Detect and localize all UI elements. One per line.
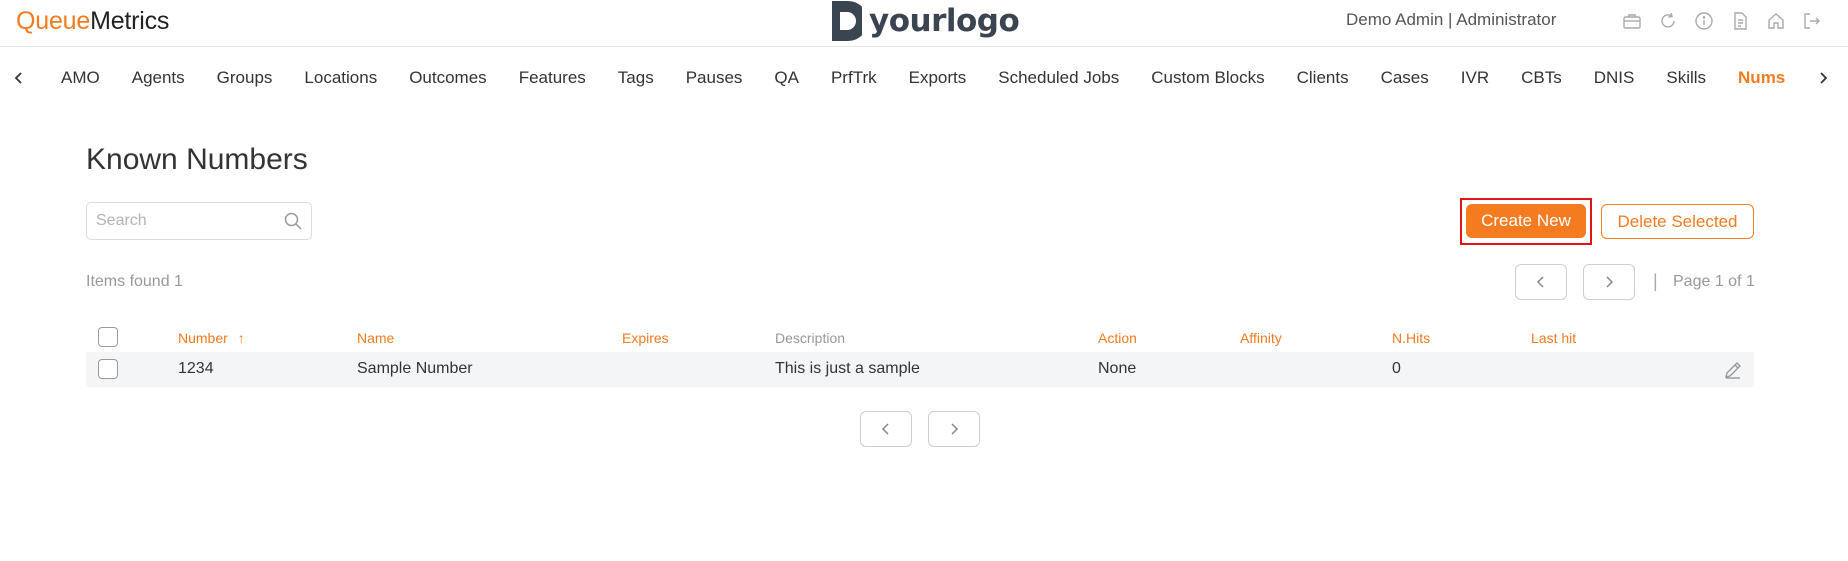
nav-item-amo[interactable]: AMO (61, 68, 100, 88)
search-icon[interactable] (283, 211, 303, 231)
nav-item-skills[interactable]: Skills (1666, 68, 1706, 88)
create-new-button[interactable]: Create New (1466, 204, 1586, 238)
row-checkbox[interactable] (98, 359, 118, 379)
nav-item-cases[interactable]: Cases (1381, 68, 1429, 88)
column-header-action[interactable]: Action (1098, 330, 1137, 346)
prev-page-button[interactable] (1515, 264, 1567, 300)
nav-item-nums[interactable]: Nums (1738, 68, 1785, 88)
column-header-expires[interactable]: Expires (622, 330, 669, 346)
cell-description: This is just a sample (775, 360, 920, 377)
chevron-right-icon (951, 423, 959, 435)
cell-action: None (1098, 360, 1137, 377)
app-header: QueueMetrics yourlogo Demo Admin | Admin… (0, 0, 1848, 47)
page-info: Page 1 of 1 (1673, 273, 1755, 290)
numbers-table: Number ↑ Name Expires Description Action… (86, 326, 1754, 387)
sort-asc-icon: ↑ (237, 330, 245, 346)
nav-items: AMO Agents Groups Locations Outcomes Features… (61, 68, 1817, 88)
cell-name: Sample Number (357, 360, 473, 377)
company-logo: yourlogo (832, 1, 1020, 41)
chevron-left-icon (1536, 276, 1544, 288)
column-header-number[interactable]: Number ↑ (178, 330, 245, 346)
nav-item-prftrk[interactable]: PrfTrk (831, 68, 877, 88)
logo-mark-icon (832, 1, 862, 41)
table-header: Number ↑ Name Expires Description Action… (86, 326, 1754, 352)
nav-item-pauses[interactable]: Pauses (686, 68, 743, 88)
nav-item-outcomes[interactable]: Outcomes (409, 68, 486, 88)
logo-text: yourlogo (869, 3, 1020, 39)
nav-item-exports[interactable]: Exports (909, 68, 967, 88)
briefcase-icon[interactable] (1620, 9, 1644, 33)
bottom-prev-page-button[interactable] (860, 411, 912, 447)
select-all-checkbox[interactable] (98, 327, 118, 347)
document-icon[interactable] (1728, 9, 1752, 33)
nav-item-qa[interactable]: QA (774, 68, 799, 88)
nav-item-clients[interactable]: Clients (1297, 68, 1349, 88)
nav-item-tags[interactable]: Tags (618, 68, 654, 88)
nav-item-dnis[interactable]: DNIS (1594, 68, 1635, 88)
nav-scroll-left-icon[interactable] (7, 64, 31, 92)
nav-item-features[interactable]: Features (519, 68, 586, 88)
nav-item-scheduled-jobs[interactable]: Scheduled Jobs (998, 68, 1119, 88)
home-icon[interactable] (1764, 9, 1788, 33)
column-header-description: Description (775, 330, 846, 346)
user-info[interactable]: Demo Admin | Administrator (1346, 10, 1556, 30)
delete-selected-button[interactable]: Delete Selected (1601, 204, 1754, 239)
nav-item-cbts[interactable]: CBTs (1521, 68, 1562, 88)
nav-item-custom-blocks[interactable]: Custom Blocks (1151, 68, 1264, 88)
search-input[interactable] (87, 203, 277, 239)
refresh-icon[interactable] (1656, 9, 1680, 33)
header-icons (1620, 9, 1824, 33)
nav-item-agents[interactable]: Agents (132, 68, 185, 88)
column-header-affinity[interactable]: Affinity (1240, 330, 1282, 346)
nav-item-groups[interactable]: Groups (217, 68, 273, 88)
next-page-button[interactable] (1583, 264, 1635, 300)
search-box (86, 202, 312, 240)
module-nav: AMO Agents Groups Locations Outcomes Features… (0, 48, 1848, 108)
column-header-last-hit[interactable]: Last hit (1531, 330, 1576, 346)
page-title: Known Numbers (86, 143, 308, 176)
nav-scroll-right-icon[interactable] (1811, 64, 1835, 92)
info-icon[interactable] (1692, 9, 1716, 33)
items-found-count: Items found 1 (86, 273, 183, 290)
nav-item-locations[interactable]: Locations (304, 68, 377, 88)
pager-separator: | (1653, 271, 1658, 291)
brand-logo[interactable]: QueueMetrics (16, 7, 169, 36)
chevron-left-icon (881, 423, 889, 435)
cell-nhits: 0 (1392, 360, 1401, 377)
column-header-name[interactable]: Name (357, 330, 394, 346)
nav-item-ivr[interactable]: IVR (1461, 68, 1489, 88)
bottom-next-page-button[interactable] (928, 411, 980, 447)
cell-number: 1234 (178, 360, 214, 377)
table-row[interactable]: 1234 Sample Number This is just a sample… (86, 352, 1754, 387)
column-header-nhits[interactable]: N.Hits (1392, 330, 1430, 346)
chevron-right-icon (1606, 276, 1614, 288)
logout-icon[interactable] (1800, 9, 1824, 33)
edit-icon[interactable] (1722, 359, 1744, 381)
